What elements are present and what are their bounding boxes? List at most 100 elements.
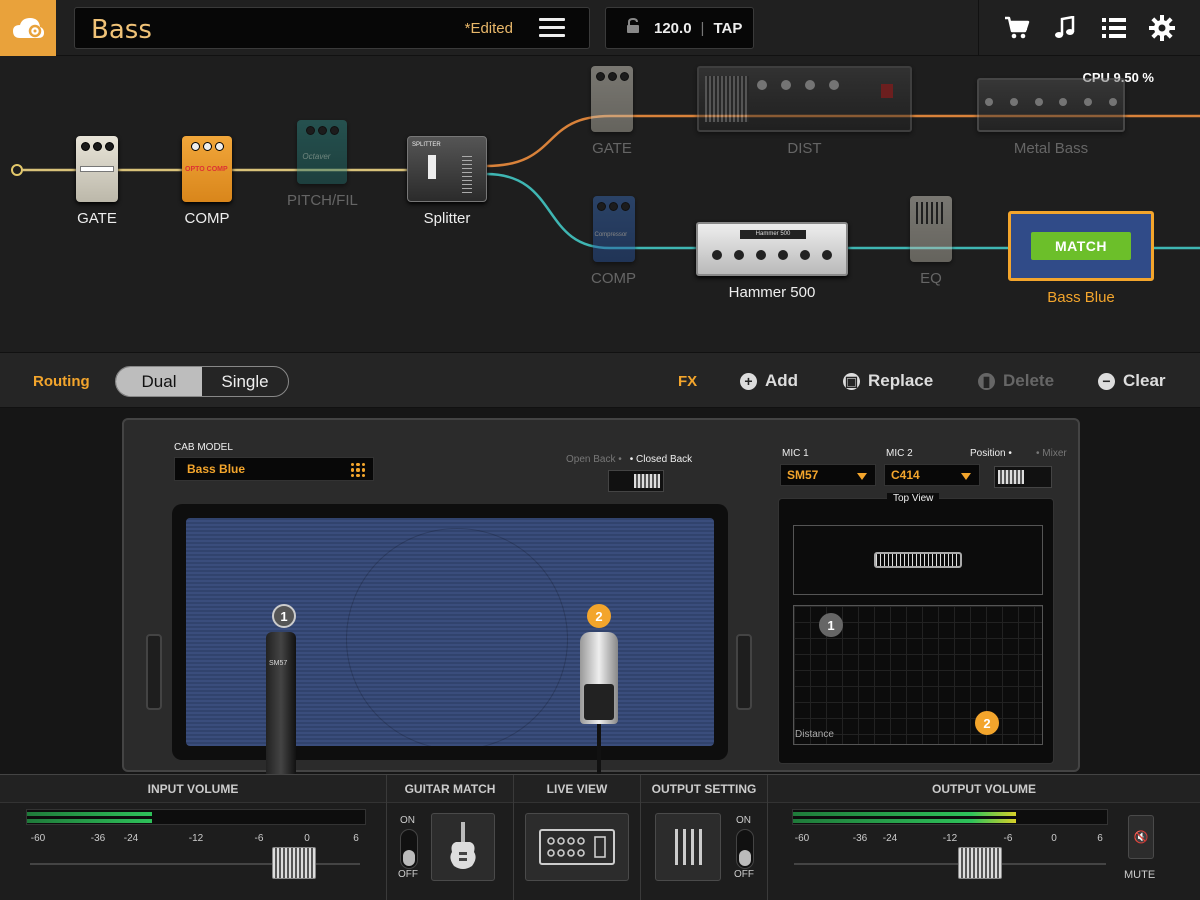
position-label: Position • — [970, 448, 1012, 459]
fx-dist-amp[interactable]: DIST — [697, 66, 912, 157]
scale-tick-label: -24 — [123, 833, 139, 844]
routing-label: Routing — [33, 373, 90, 390]
clear-button[interactable]: − Clear — [1098, 371, 1166, 391]
cab-handle-left — [146, 634, 162, 710]
output-volume-title: OUTPUT VOLUME — [768, 775, 1200, 803]
cabinet-frame: CAB MODEL Bass Blue Open Back • • Closed… — [122, 418, 1080, 788]
fx-splitter[interactable]: SPLITTER Splitter — [407, 136, 487, 227]
output-setting-on-label: ON — [736, 815, 751, 826]
gear-icon[interactable] — [1148, 15, 1175, 41]
cabinet-editor: CAB MODEL Bass Blue Open Back • • Closed… — [0, 408, 1200, 788]
fx-metal-bass-cab[interactable]: Metal Bass — [977, 78, 1125, 157]
match-button[interactable]: MATCH — [1030, 232, 1131, 260]
cart-icon[interactable] — [1004, 15, 1030, 41]
routing-toggle[interactable]: Dual Single — [115, 366, 289, 397]
top-view-mic1-marker[interactable]: 1 — [819, 613, 843, 637]
fx-comp-path-b[interactable]: Compressor COMP — [591, 196, 636, 287]
list-icon[interactable] — [1101, 15, 1127, 41]
eq-pedal-image — [910, 196, 952, 262]
guitar-match-toggle[interactable] — [400, 829, 418, 869]
output-setting-button[interactable] — [655, 813, 721, 881]
scale-tick-label: 0 — [304, 833, 310, 844]
edited-indicator: *Edited — [464, 20, 513, 37]
output-bars-icon — [675, 829, 702, 865]
mic2-draggable[interactable] — [580, 632, 618, 724]
fx-label: DIST — [787, 140, 822, 157]
hammer-500-image: Hammer 500 — [696, 222, 848, 276]
scale-tick-label: 0 — [1051, 833, 1057, 844]
cab-model-value-box[interactable]: Bass Blue — [174, 457, 374, 481]
output-setting-toggle[interactable] — [736, 829, 754, 869]
lock-icon[interactable] — [626, 17, 642, 38]
octaver-pedal-image: Octaver — [297, 120, 348, 184]
fx-eq[interactable]: EQ — [910, 196, 952, 287]
cloud-button[interactable] — [0, 0, 56, 56]
fx-pitch-filter[interactable]: Octaver PITCH/FIL — [287, 120, 358, 209]
app-window: Bass *Edited 120.0 | TAP CPU 9.50 % — [0, 0, 1200, 900]
fx-label: GATE — [77, 210, 117, 227]
mute-button[interactable]: 🔇 — [1128, 815, 1154, 859]
delete-button[interactable]: ▮ Delete — [978, 371, 1054, 391]
back-type-switch[interactable] — [608, 470, 664, 492]
mic2-select[interactable]: C414 — [884, 464, 980, 486]
hammer-plate: Hammer 500 — [740, 230, 806, 239]
scale-tick-label: -60 — [30, 833, 46, 844]
top-view-panel[interactable]: Top View 1 2 Distance — [778, 493, 1054, 764]
guitar-match-title: GUITAR MATCH — [387, 775, 513, 803]
preset-selector[interactable]: Bass *Edited — [74, 7, 590, 49]
fx-label: FX — [678, 373, 698, 390]
mixer-label: • Mixer — [1036, 448, 1067, 459]
grid-icon[interactable] — [351, 463, 365, 477]
cab-model-title: CAB MODEL — [174, 442, 233, 453]
input-level-meter — [26, 809, 366, 825]
speaker-cabinet-view[interactable] — [172, 504, 728, 760]
output-volume-fader[interactable] — [958, 847, 1002, 879]
gate-pedal-image — [76, 136, 118, 202]
top-view-mic2-marker[interactable]: 2 — [975, 711, 999, 735]
routing-single-option[interactable]: Single — [202, 367, 288, 396]
output-level-meter — [792, 809, 1108, 825]
electric-guitar-icon — [450, 822, 476, 869]
scale-tick-label: 6 — [353, 833, 359, 844]
fx-gate-path-a[interactable]: GATE — [591, 66, 633, 157]
fx-label: Metal Bass — [1013, 140, 1089, 157]
fx-label: Hammer 500 — [728, 284, 816, 301]
routing-dual-option[interactable]: Dual — [116, 367, 202, 396]
splitter-text: SPLITTER — [412, 142, 441, 148]
cab-model-selector[interactable]: CAB MODEL Bass Blue — [174, 442, 384, 490]
fx-toolbar: Routing Dual Single FX + Add ▣ Replace ▮ De… — [0, 352, 1200, 408]
fx-hammer-500-amp[interactable]: Hammer 500 Hammer 500 — [696, 222, 848, 301]
fx-bass-blue-cab[interactable]: MATCH Bass Blue — [1008, 211, 1154, 306]
pedalboard-icon — [539, 829, 615, 865]
fx-label: EQ — [920, 270, 942, 287]
trash-icon: ▮ — [978, 372, 995, 390]
cab-handle-right — [736, 634, 752, 710]
open-back-label: Open Back • — [566, 454, 622, 465]
fx-label: COMP — [184, 210, 230, 227]
tempo-value[interactable]: 120.0 — [654, 20, 692, 37]
position-mixer-switch[interactable] — [994, 466, 1052, 488]
music-note-icon[interactable] — [1052, 15, 1078, 41]
closed-back-label: • Closed Back — [629, 454, 693, 465]
live-view-button[interactable] — [525, 813, 629, 881]
mic1-draggable[interactable] — [266, 632, 296, 788]
add-label: Add — [765, 371, 799, 390]
fx-gate-input[interactable]: GATE — [76, 136, 118, 227]
menu-icon[interactable] — [539, 18, 565, 40]
top-view-cab-outline — [793, 525, 1043, 595]
mic1-badge[interactable]: 1 — [272, 604, 296, 628]
fx-comp-input[interactable]: OPTO COMP COMP — [182, 136, 232, 227]
mic1-select[interactable]: SM57 — [780, 464, 876, 486]
output-setting-section: OUTPUT SETTING ON OFF — [641, 775, 768, 900]
tap-button[interactable]: TAP — [713, 20, 742, 37]
input-volume-fader[interactable] — [272, 847, 316, 879]
replace-button[interactable]: ▣ Replace — [843, 371, 933, 391]
mic2-badge[interactable]: 2 — [587, 604, 611, 628]
add-button[interactable]: + Add — [740, 371, 798, 391]
tempo-control[interactable]: 120.0 | TAP — [605, 7, 754, 49]
guitar-match-button[interactable] — [431, 813, 495, 881]
mic2-title: MIC 2 — [886, 448, 913, 459]
preset-name: Bass — [91, 15, 152, 45]
mute-label: MUTE — [1124, 869, 1156, 881]
bass-blue-cab-image: MATCH — [1008, 211, 1154, 281]
